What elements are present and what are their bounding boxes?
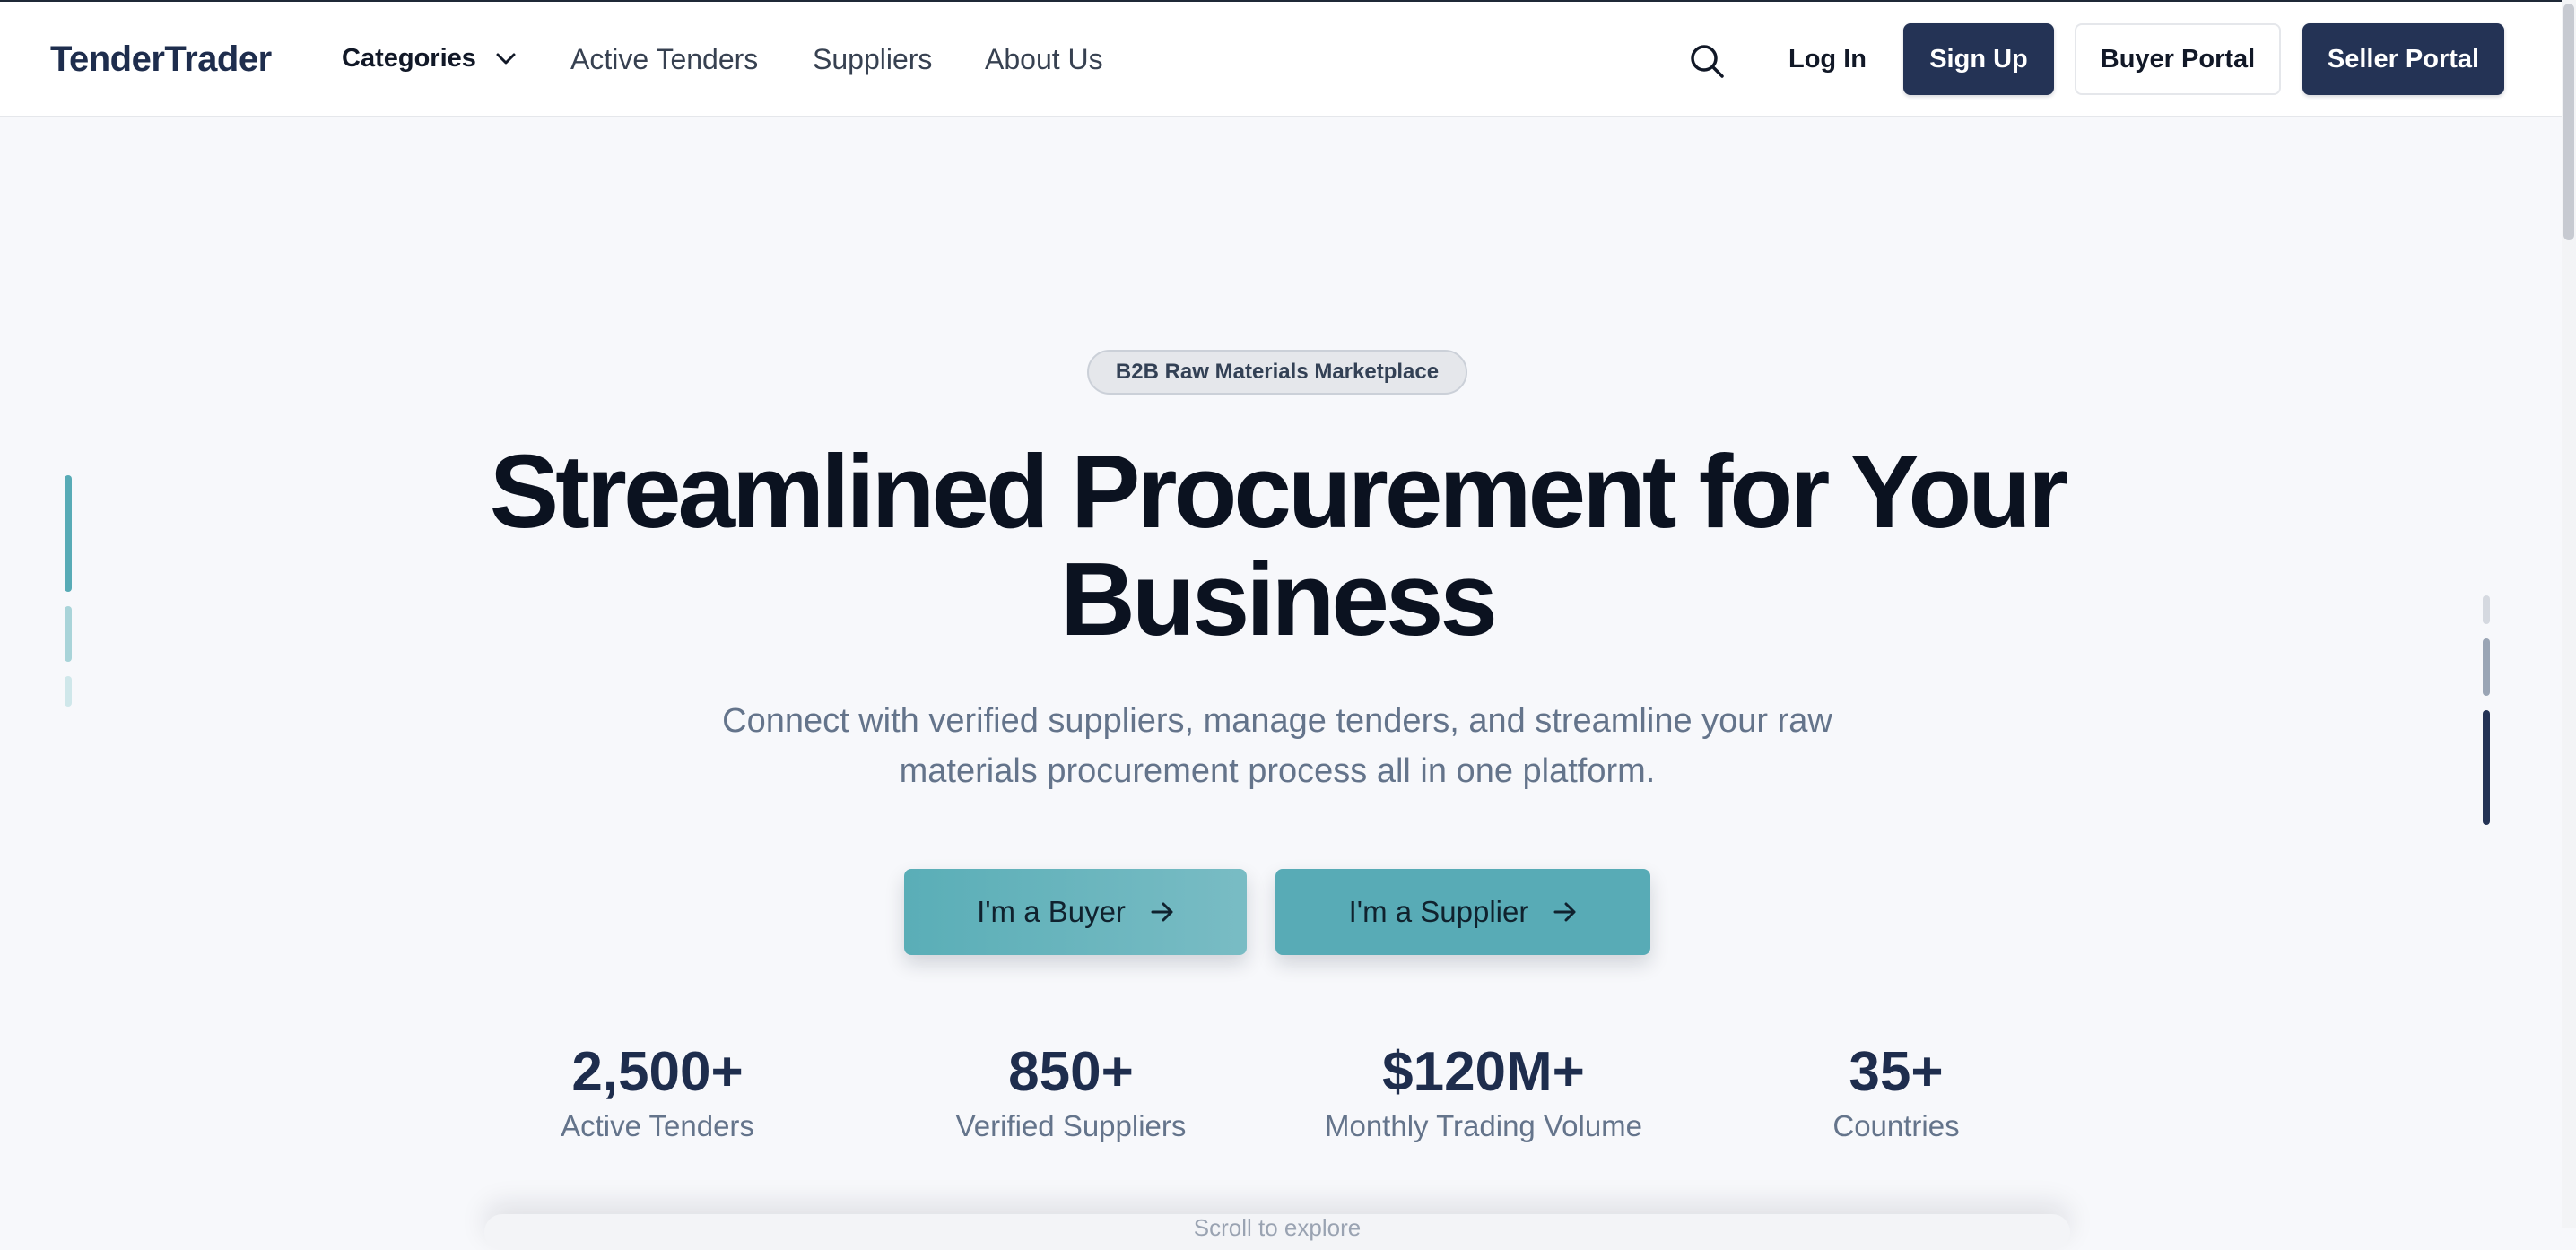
hero-badge: B2B Raw Materials Marketplace <box>1087 350 1467 395</box>
stat-active-tenders: 2,500+ Active Tenders <box>460 1040 855 1146</box>
seller-portal-button[interactable]: Seller Portal <box>2302 23 2504 95</box>
right-indicator-bar-2 <box>2483 638 2490 696</box>
stat-label: Active Tenders <box>561 1109 754 1142</box>
chevron-down-icon <box>496 53 516 64</box>
signup-button[interactable]: Sign Up <box>1903 23 2054 95</box>
search-icon[interactable] <box>1689 43 1725 79</box>
nav-link-about-us[interactable]: About Us <box>985 43 1103 76</box>
stat-verified-suppliers: 850+ Verified Suppliers <box>874 1040 1268 1146</box>
stat-value: 2,500+ <box>571 1041 744 1103</box>
buyer-portal-button[interactable]: Buyer Portal <box>2075 23 2281 95</box>
categories-dropdown[interactable]: Categories <box>342 44 516 74</box>
supplier-cta-button[interactable]: I'm a Supplier <box>1275 869 1650 955</box>
logo[interactable]: TenderTrader <box>50 39 272 80</box>
scrollbar-thumb[interactable] <box>2563 4 2574 240</box>
stat-value: $120M+ <box>1382 1041 1585 1103</box>
hero-title-line-2: Business <box>1060 541 1498 657</box>
hero-title-line-1: Streamlined Procurement for Your <box>489 433 2068 550</box>
nav-link-suppliers[interactable]: Suppliers <box>813 43 932 76</box>
nav-link-active-tenders[interactable]: Active Tenders <box>570 43 758 76</box>
stat-monthly-trading-volume: $120M+ Monthly Trading Volume <box>1286 1040 1681 1146</box>
top-navigation: TenderTrader Categories Active Tenders S… <box>0 2 2562 117</box>
stat-label: Monthly Trading Volume <box>1324 1109 1643 1142</box>
arrow-right-icon <box>1553 902 1576 922</box>
stat-label: Countries <box>1832 1109 1960 1142</box>
right-indicator-bar-3 <box>2483 710 2490 825</box>
categories-label: Categories <box>342 44 476 73</box>
left-indicator-bar-1 <box>65 475 72 592</box>
left-indicator-bar-2 <box>65 606 72 662</box>
right-indicator-bar-1 <box>2483 595 2490 624</box>
hero-subtitle-line-2: materials procurement process all in one… <box>899 752 1656 790</box>
hero-title: Streamlined Procurement for Your Busines… <box>359 438 2196 653</box>
left-indicator-bar-3 <box>65 676 72 707</box>
stat-value: 850+ <box>1008 1041 1134 1103</box>
stat-label: Verified Suppliers <box>955 1109 1187 1142</box>
hero-subtitle-line-1: Connect with verified suppliers, manage … <box>722 702 1832 740</box>
arrow-right-icon <box>1151 902 1173 922</box>
login-button[interactable]: Log In <box>1788 45 1867 74</box>
buyer-cta-label: I'm a Buyer <box>977 895 1126 928</box>
stat-value: 35+ <box>1849 1041 1944 1103</box>
hero-subtitle: Connect with verified suppliers, manage … <box>649 696 1905 796</box>
stat-countries: 35+ Countries <box>1699 1040 2093 1146</box>
supplier-cta-label: I'm a Supplier <box>1348 895 1529 928</box>
buyer-cta-button[interactable]: I'm a Buyer <box>904 869 1247 955</box>
